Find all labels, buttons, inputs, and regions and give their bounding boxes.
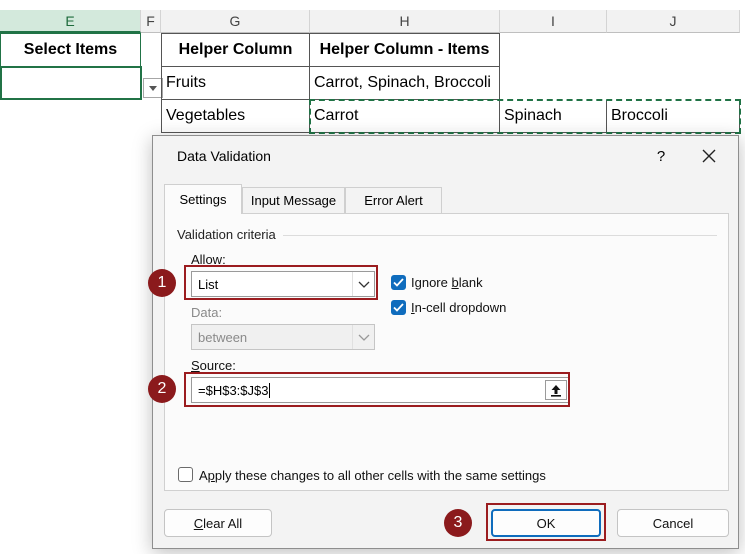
data-select[interactable]: between (191, 324, 375, 350)
data-validation-dialog: Data Validation ? Settings Input Message… (152, 135, 739, 549)
highlight-ok-button (486, 503, 606, 541)
close-icon (702, 149, 716, 163)
column-header-i[interactable]: I (500, 10, 607, 33)
checkmark-icon (393, 278, 404, 287)
ignore-blank-checkbox[interactable] (391, 275, 406, 290)
ignore-blank-label: Ignore blank (411, 275, 483, 290)
settings-panel: Validation criteria Allow: List Ignore b… (164, 213, 729, 491)
cancel-button[interactable]: Cancel (617, 509, 729, 537)
column-header-f[interactable]: F (141, 10, 161, 33)
group-divider (283, 235, 717, 236)
checkmark-icon (393, 303, 404, 312)
annotation-badge-3: 3 (444, 509, 472, 537)
apply-all-label: Apply these changes to all other cells w… (199, 468, 546, 483)
annotation-badge-2: 2 (148, 375, 176, 403)
table-cell[interactable]: Fruits (161, 67, 310, 100)
highlight-source-input (184, 372, 570, 407)
cell-select-items-label[interactable]: Select Items (0, 33, 141, 67)
column-header-j[interactable]: J (607, 10, 740, 33)
tab-error-alert[interactable]: Error Alert (345, 187, 442, 213)
cell-dropdown-button[interactable] (143, 78, 163, 98)
column-header-e[interactable]: E (0, 10, 141, 33)
table-header-helper-column-items[interactable]: Helper Column - Items (310, 33, 500, 67)
column-header-h[interactable]: H (310, 10, 500, 33)
in-cell-dropdown-checkbox[interactable] (391, 300, 406, 315)
in-cell-dropdown-label: In-cell dropdown (411, 300, 507, 315)
table-header-helper-column[interactable]: Helper Column (161, 33, 310, 67)
highlight-allow-select (184, 265, 378, 300)
table-cell[interactable]: Carrot, Spinach, Broccoli (310, 67, 500, 100)
source-label: Source: (191, 358, 236, 373)
copy-range-marquee (309, 99, 741, 134)
close-button[interactable] (697, 144, 721, 168)
annotation-badge-1: 1 (148, 269, 176, 297)
clear-all-button[interactable]: Clear All (164, 509, 272, 537)
tab-settings[interactable]: Settings (164, 184, 242, 214)
tab-input-message[interactable]: Input Message (242, 187, 345, 213)
help-button[interactable]: ? (649, 144, 673, 168)
chevron-down-icon (352, 325, 374, 349)
data-label: Data: (191, 305, 223, 320)
column-header-g[interactable]: G (161, 10, 310, 33)
dropdown-arrow-icon (149, 85, 157, 91)
dialog-title: Data Validation (177, 148, 271, 164)
selected-cell-e3[interactable] (0, 66, 142, 100)
apply-all-checkbox[interactable] (178, 467, 193, 482)
data-select-value: between (198, 329, 248, 345)
table-cell[interactable]: Vegetables (161, 100, 310, 133)
validation-criteria-label: Validation criteria (177, 227, 276, 242)
